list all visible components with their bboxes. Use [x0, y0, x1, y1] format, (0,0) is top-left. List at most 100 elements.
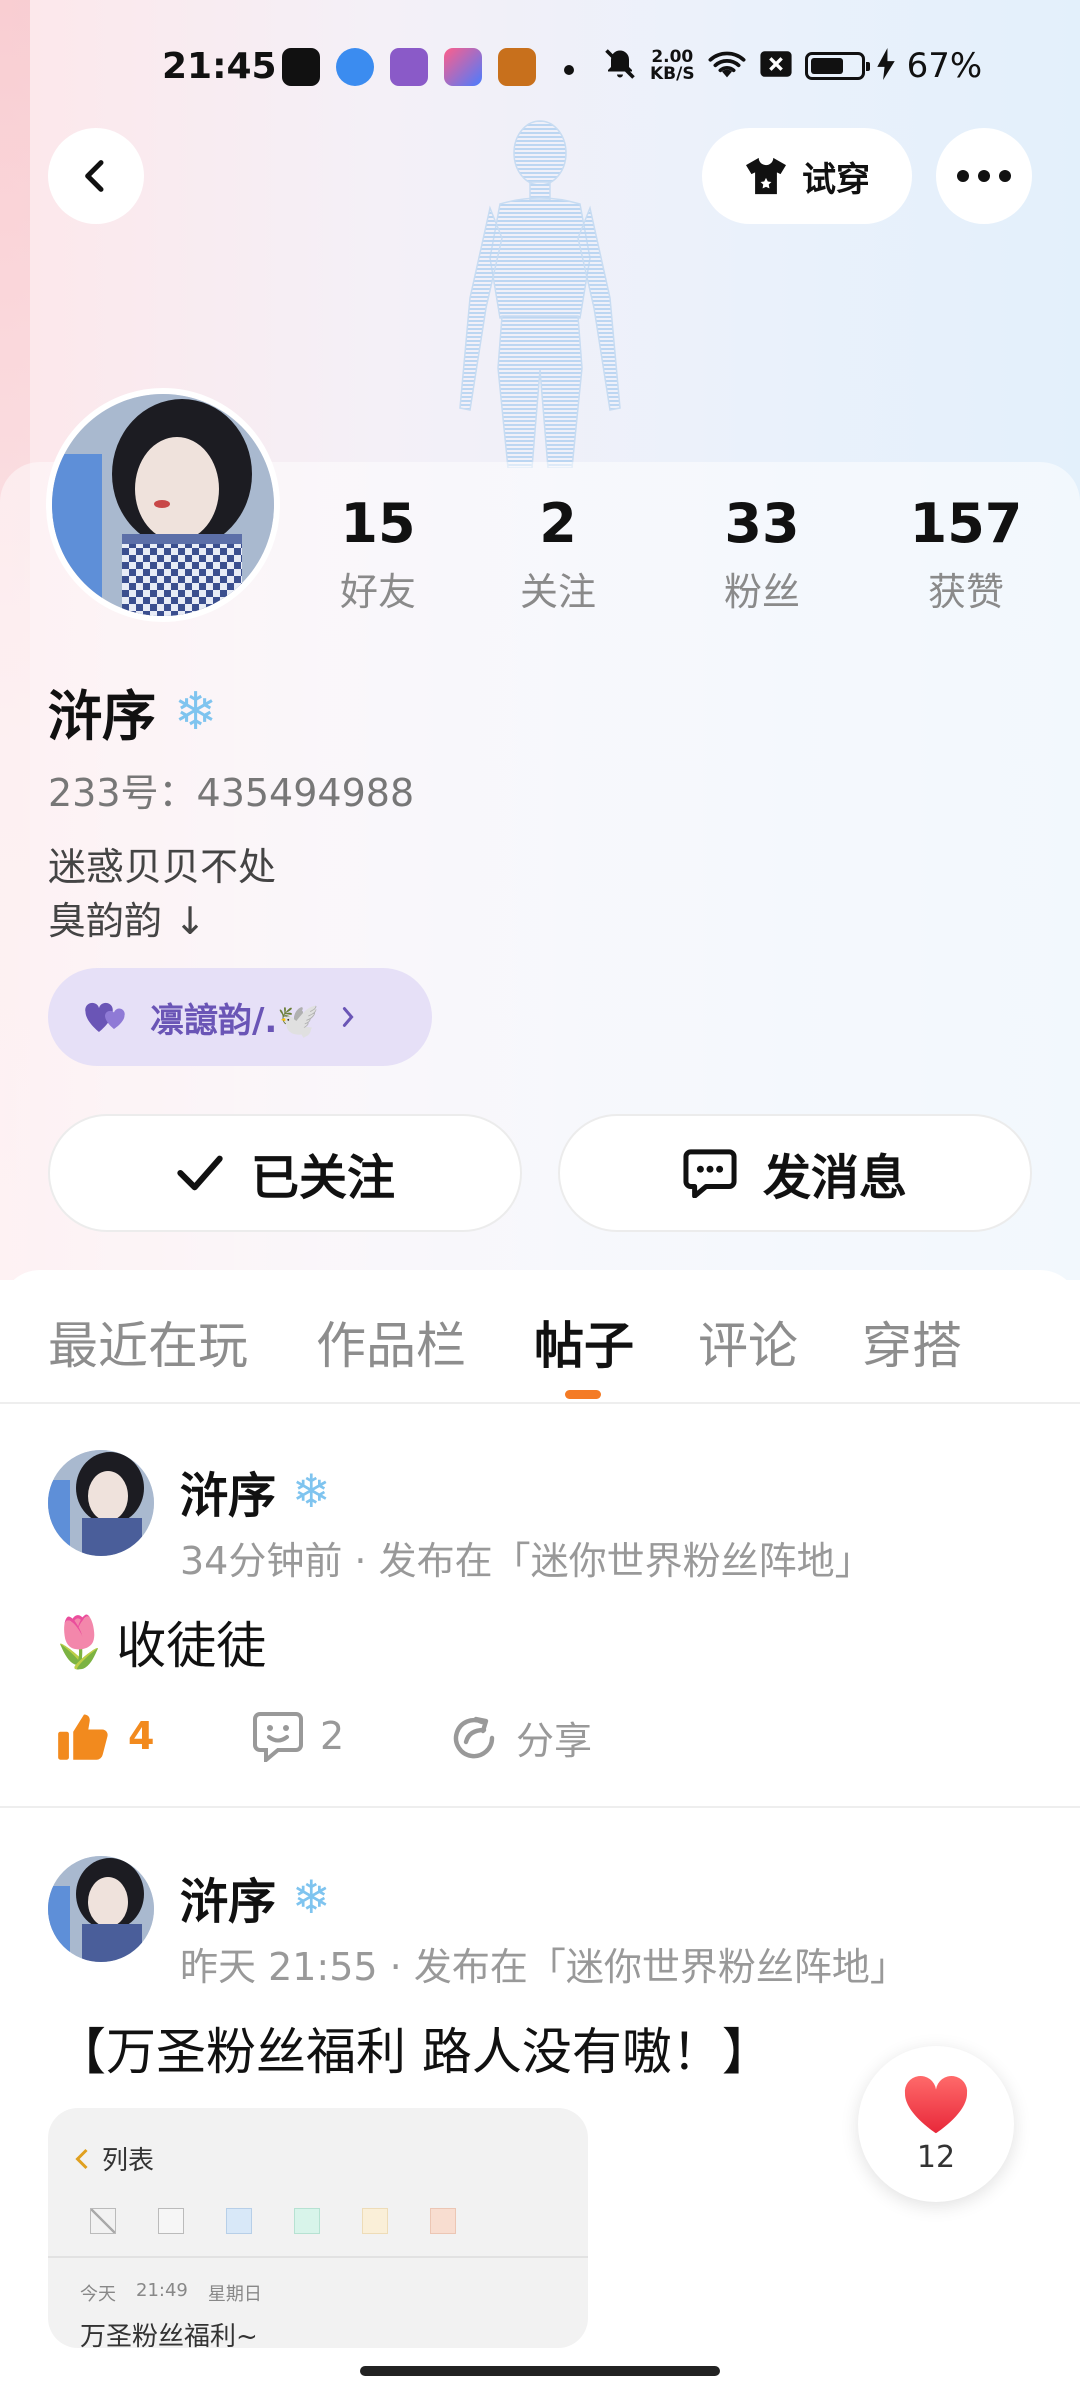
tab-works[interactable]: 作品栏	[316, 1306, 466, 1378]
embed-date-time: 21:49	[136, 2280, 188, 2301]
thumbs-up-icon	[58, 1714, 108, 1760]
network-speed-unit: KB/S	[650, 64, 695, 84]
share-icon	[453, 1716, 495, 1758]
stat-following-label: 关注	[519, 570, 596, 614]
embed-title: 万圣粉丝福利~	[80, 2322, 258, 2348]
chevron-right-icon	[342, 1007, 354, 1027]
followed-button[interactable]: 已关注	[48, 1114, 522, 1232]
avatar-figure[interactable]	[440, 108, 640, 469]
mute-icon	[602, 46, 638, 86]
heart-icon	[904, 2075, 968, 2133]
tab-recently-played[interactable]: 最近在玩	[48, 1306, 248, 1378]
post-author-name-text: 浒序	[180, 1468, 277, 1524]
embed-date-day: 今天	[80, 2284, 116, 2305]
stat-following-value: 2	[539, 492, 577, 555]
try-on-label: 试穿	[802, 159, 870, 200]
profile-avatar[interactable]	[46, 388, 280, 622]
honor-of-kings-app-icon	[498, 48, 536, 86]
profile-id[interactable]: 233号：435494988	[48, 762, 414, 817]
stat-friends[interactable]: 15 好友	[288, 492, 468, 616]
stat-fans[interactable]: 33 粉丝	[672, 492, 852, 616]
tab-comments[interactable]: 评论	[698, 1306, 798, 1378]
wifi-icon	[707, 48, 747, 84]
no-color-swatch	[90, 2208, 116, 2234]
tshirt-icon	[746, 157, 786, 195]
stat-likes-label: 获赞	[927, 570, 1004, 614]
double-heart-icon	[85, 1002, 125, 1032]
more-notifications-dot	[564, 65, 574, 75]
post-divider	[0, 1806, 1080, 1808]
post-author-name[interactable]: 浒序 ❄	[180, 1862, 331, 1932]
stat-likes-value: 157	[909, 492, 1023, 555]
tulip-emoji: 🌷	[48, 1612, 111, 1671]
tabs-divider	[0, 1402, 1080, 1404]
share-button[interactable]: 分享	[448, 1710, 592, 1765]
stat-friends-value: 15	[340, 492, 416, 555]
yellow-swatch	[362, 2208, 388, 2234]
send-message-button[interactable]: 发消息	[558, 1114, 1032, 1232]
comment-icon	[253, 1712, 303, 1762]
orange-swatch	[430, 2208, 456, 2234]
stat-likes[interactable]: 157 获赞	[876, 492, 1056, 616]
embed-divider	[48, 2256, 588, 2258]
try-on-button[interactable]: 试穿	[702, 128, 912, 224]
guild-tag[interactable]: 凛譩韵/.🕊️	[48, 968, 432, 1066]
white-swatch	[158, 2208, 184, 2234]
post-image-preview[interactable]: 列表 今天 21:49 星期日 万圣粉丝福利~	[48, 2108, 588, 2348]
network-speed: 2.00 KB/S	[650, 49, 695, 83]
embed-date: 今天 21:49 星期日	[80, 2280, 262, 2306]
more-dots-icon	[957, 170, 1011, 182]
status-bar: 21:45 2.00 KB/S 67%	[0, 38, 1080, 98]
post-author-avatar[interactable]	[48, 1856, 154, 1962]
guild-label: 凛譩韵/.🕊️	[150, 1000, 320, 1041]
post-author-name[interactable]: 浒序 ❄	[180, 1456, 331, 1526]
post-meta[interactable]: 昨天 21:55 · 发布在「迷你世界粉丝阵地」	[180, 1936, 908, 1991]
checkmark-icon	[177, 1155, 223, 1191]
post-content-text: 收徒徒	[116, 1617, 267, 1675]
chevron-left-icon	[85, 160, 104, 192]
chat-bubble-icon	[683, 1149, 737, 1198]
back-button[interactable]	[48, 128, 144, 224]
send-message-label: 发消息	[762, 1150, 907, 1206]
embed-back-label: 列表	[102, 2146, 155, 2176]
status-right: 2.00 KB/S 67%	[602, 46, 982, 86]
chevron-left-icon	[75, 2148, 88, 2169]
battery-icon	[804, 52, 870, 80]
more-options-button[interactable]	[936, 128, 1032, 224]
post-author-avatar[interactable]	[48, 1450, 154, 1556]
notification-app-icons	[282, 48, 536, 86]
heart-fab-button[interactable]: 12	[858, 2046, 1014, 2202]
snowflake-icon: ❄	[174, 681, 218, 742]
comment-button[interactable]: 2	[252, 1710, 344, 1762]
profile-bio-line-1: 迷惑贝贝不处	[48, 845, 277, 889]
stat-friends-label: 好友	[339, 570, 416, 614]
blue-swatch	[226, 2208, 252, 2234]
share-label: 分享	[516, 1719, 593, 1763]
shortcut-app-icon	[444, 48, 482, 86]
profile-username: 浒序 ❄	[48, 672, 218, 751]
like-button[interactable]: 4	[56, 1710, 154, 1762]
battery-level	[810, 58, 843, 74]
stat-following[interactable]: 2 关注	[468, 492, 648, 616]
embed-header: 列表	[74, 2140, 154, 2177]
embed-date-weekday: 星期日	[207, 2284, 262, 2305]
snowflake-icon: ❄	[292, 1870, 331, 1924]
status-time: 21:45	[162, 46, 277, 87]
followed-label: 已关注	[250, 1150, 395, 1206]
home-indicator[interactable]	[360, 2366, 720, 2376]
post-author-name-text: 浒序	[180, 1874, 277, 1930]
green-swatch	[294, 2208, 320, 2234]
snowflake-icon: ❄	[292, 1464, 331, 1518]
comment-count: 2	[320, 1714, 345, 1758]
charging-icon	[876, 48, 895, 84]
blue-app-icon	[336, 48, 374, 86]
post-meta[interactable]: 34分钟前 · 发布在「迷你世界粉丝阵地」	[180, 1530, 873, 1585]
post-content-text[interactable]: 【万圣粉丝福利 路人没有嗷！】	[56, 2012, 772, 2084]
no-sim-icon	[759, 49, 793, 83]
post-content[interactable]: 🌷 收徒徒	[48, 1606, 266, 1678]
tab-outfits[interactable]: 穿搭	[862, 1306, 962, 1378]
stat-fans-value: 33	[724, 492, 800, 555]
tab-posts[interactable]: 帖子	[534, 1306, 634, 1378]
active-tab-indicator	[565, 1390, 601, 1399]
stat-fans-label: 粉丝	[723, 570, 800, 614]
